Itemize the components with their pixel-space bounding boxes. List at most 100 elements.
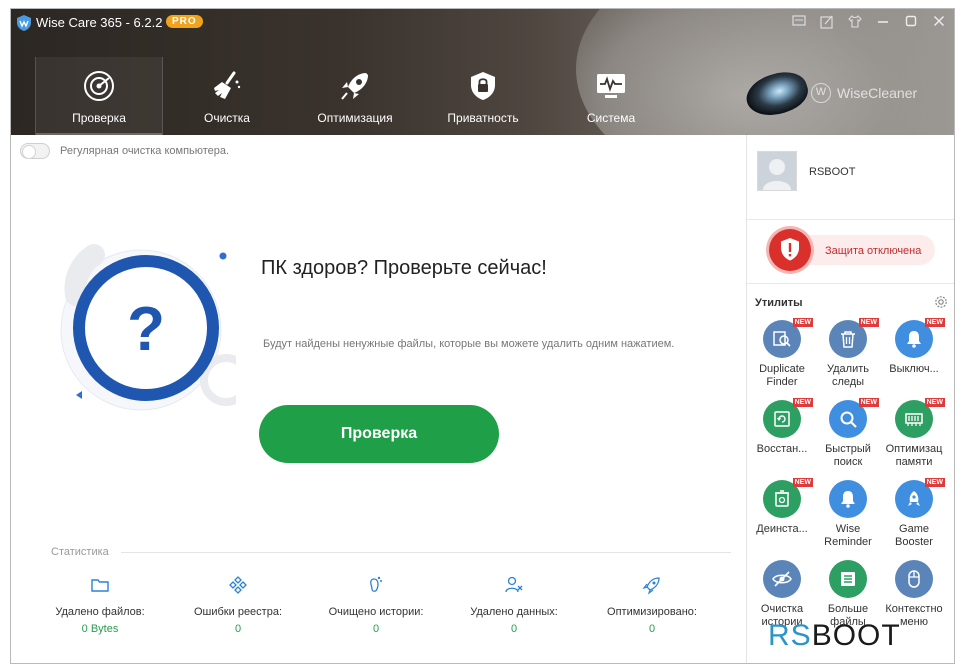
- stat-deleted-data: Удалено данных: 0: [445, 575, 583, 635]
- gear-icon[interactable]: [934, 295, 948, 309]
- nav-label: Приватность: [447, 111, 519, 125]
- stat-deleted-files: Удалено файлов: 0 Bytes: [31, 575, 169, 635]
- stat-cleaned-history: Очищено истории: 0: [307, 575, 445, 635]
- tool-label: Game Booster: [895, 523, 933, 548]
- nav-tab-optimize[interactable]: Оптимизация: [291, 57, 419, 135]
- auto-clean-label: Регулярная очистка компьютера.: [60, 145, 230, 157]
- maximize-icon[interactable]: [902, 15, 920, 31]
- stat-value: 0: [510, 623, 518, 635]
- restore-icon: NEW: [763, 398, 813, 438]
- auto-clean-toggle[interactable]: [20, 143, 50, 159]
- new-badge: NEW: [924, 318, 945, 327]
- search-icon: NEW: [829, 398, 879, 438]
- reminder-bell-icon: [829, 480, 867, 518]
- tool-label: Быстрый поиск: [825, 443, 871, 468]
- close-icon[interactable]: [930, 15, 948, 31]
- stat-optimized: Оптимизировано: 0: [583, 575, 721, 635]
- radar-icon: [84, 71, 114, 101]
- auto-clean-row: Регулярная очистка компьютера.: [20, 143, 229, 159]
- tool-label: Удалить следы: [827, 363, 869, 388]
- stat-label: Удалено файлов:: [55, 606, 145, 618]
- tool-memory-optimizer[interactable]: NEW Оптимизац памяти: [881, 398, 947, 469]
- tool-fast-search[interactable]: NEW Быстрый поиск: [815, 398, 881, 469]
- main-nav: Проверка Очистка Оптимизация Приватность…: [35, 57, 675, 135]
- nav-tab-checkup[interactable]: Проверка: [35, 57, 163, 135]
- rocket-small-icon: [642, 577, 660, 595]
- new-badge: NEW: [858, 398, 879, 407]
- tool-duplicate-finder[interactable]: NEW Duplicate Finder: [749, 318, 815, 389]
- memory-chip-icon: NEW: [895, 398, 945, 438]
- description-text: Будут найдены ненужные файлы, которые вы…: [263, 338, 675, 350]
- large-files-icon: [829, 560, 867, 598]
- rocket-icon: [341, 73, 368, 100]
- title-bar[interactable]: Wise Care 365 - 6.2.2 PRO: [11, 9, 954, 37]
- tool-uninstaller[interactable]: NEW Деинста...: [749, 478, 815, 536]
- tool-label: Duplicate Finder: [759, 363, 805, 388]
- protection-status-label: Защита отключена: [825, 245, 922, 257]
- stat-label: Очищено истории:: [328, 606, 424, 618]
- utilities-title: Утилиты: [755, 297, 803, 309]
- tool-label: Выключ...: [889, 363, 939, 375]
- trash-icon: NEW: [829, 318, 879, 358]
- tool-restore[interactable]: NEW Восстан...: [749, 398, 815, 456]
- stat-value: 0: [372, 623, 380, 635]
- eye-hidden-icon: [763, 560, 801, 598]
- tool-delete-traces[interactable]: NEW Удалить следы: [815, 318, 881, 389]
- uninstall-icon: NEW: [763, 478, 813, 518]
- tool-label: Оптимизац памяти: [885, 443, 943, 468]
- nav-tab-privacy[interactable]: Приватность: [419, 57, 547, 135]
- sidebar-divider: [747, 283, 954, 284]
- duplicate-finder-icon: NEW: [763, 318, 813, 358]
- tool-label: Восстан...: [756, 443, 808, 455]
- minimize-icon[interactable]: [874, 15, 892, 31]
- tool-label: Деинста...: [756, 523, 808, 535]
- nav-label: Оптимизация: [317, 111, 393, 125]
- new-badge: NEW: [858, 318, 879, 327]
- app-title: Wise Care 365 - 6.2.2: [36, 15, 163, 30]
- tool-wise-reminder[interactable]: Wise Reminder: [815, 480, 881, 549]
- footprint-icon: [370, 576, 382, 592]
- avatar[interactable]: [757, 151, 797, 191]
- nav-label: Проверка: [72, 111, 126, 125]
- broom-icon: [214, 71, 241, 99]
- wisecleaner-brand[interactable]: W WiseCleaner: [811, 83, 917, 103]
- tool-shutdown[interactable]: NEW Выключ...: [881, 318, 947, 376]
- app-logo-icon: [17, 15, 31, 31]
- scan-button[interactable]: Проверка: [259, 405, 499, 463]
- wisecleaner-logo-icon: W: [811, 83, 831, 103]
- watermark-part2: BOOT: [811, 619, 901, 652]
- nav-label: Очистка: [204, 111, 250, 125]
- stat-value: 0: [234, 623, 242, 635]
- skin-icon[interactable]: [818, 15, 836, 31]
- nav-tab-system[interactable]: Система: [547, 57, 675, 135]
- shirt-icon[interactable]: [846, 15, 864, 31]
- nav-tab-clean[interactable]: Очистка: [163, 57, 291, 135]
- mouse-icon: [895, 560, 933, 598]
- user-silhouette-icon: [758, 152, 796, 190]
- registry-icon: [229, 576, 247, 594]
- feedback-icon[interactable]: [790, 15, 808, 31]
- game-booster-icon: NEW: [895, 478, 945, 518]
- health-check-graphic: ?: [60, 244, 236, 411]
- window-controls: [790, 15, 948, 31]
- folder-icon: [91, 579, 109, 592]
- stat-value: 0 Bytes: [81, 623, 119, 635]
- new-badge: NEW: [792, 478, 813, 487]
- brand-text: WiseCleaner: [837, 85, 918, 101]
- sidebar-divider: [747, 219, 954, 220]
- bell-icon: NEW: [895, 318, 945, 358]
- rsboot-watermark: RSBOOT: [768, 619, 901, 653]
- nav-label: Система: [586, 111, 636, 125]
- stats-title: Статистика: [51, 546, 109, 558]
- tool-label: Wise Reminder: [824, 523, 872, 548]
- monitor-pulse-icon: [597, 74, 625, 98]
- sidebar: RSBOOT Защита отключена Утилиты NEW Dupl…: [746, 135, 954, 663]
- tool-game-booster[interactable]: NEW Game Booster: [881, 478, 947, 549]
- new-badge: NEW: [792, 398, 813, 407]
- user-data-icon: [505, 576, 523, 593]
- username[interactable]: RSBOOT: [809, 166, 855, 178]
- shield-alert-icon[interactable]: [769, 229, 811, 271]
- new-badge: NEW: [924, 478, 945, 487]
- lock-shield-icon: [471, 72, 495, 100]
- stat-label: Оптимизировано:: [607, 606, 697, 618]
